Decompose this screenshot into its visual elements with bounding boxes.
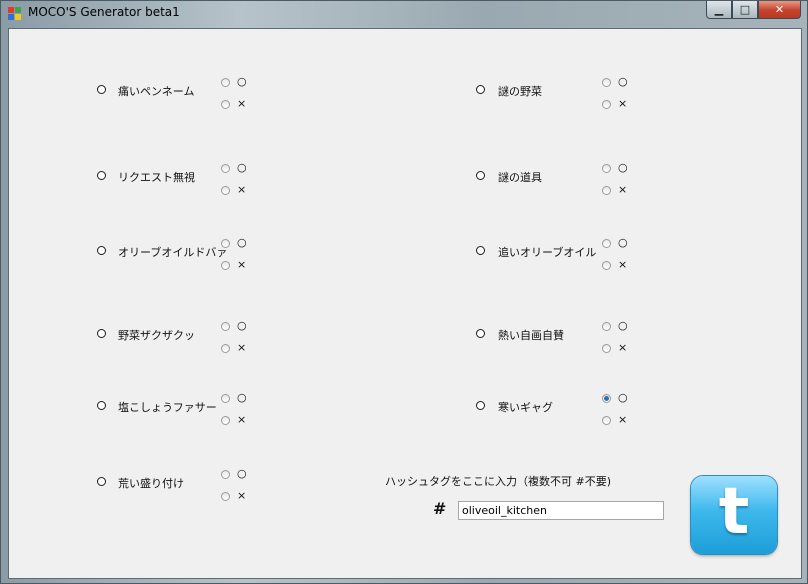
option-yes-symbol: ○ — [237, 161, 247, 174]
option-no-symbol: × — [237, 183, 247, 196]
close-icon: ✕ — [774, 3, 785, 16]
category-label: オリーブオイルドバァ — [118, 246, 228, 259]
category-label: 荒い盛り付け — [118, 477, 184, 490]
option-yes-symbol: ○ — [618, 236, 628, 249]
option-no-radio[interactable] — [221, 344, 230, 353]
category-radio[interactable] — [97, 477, 106, 486]
option-no-radio[interactable] — [221, 186, 230, 195]
option-yes-radio[interactable] — [602, 78, 611, 87]
category-label: 野菜ザクザクッ — [118, 329, 195, 342]
option-no-radio[interactable] — [221, 416, 230, 425]
category-label: 痛いペンネーム — [118, 85, 195, 98]
category-radio[interactable] — [97, 171, 106, 180]
option-yes-symbol: ○ — [237, 75, 247, 88]
option-yes-radio[interactable] — [221, 322, 230, 331]
option-yes-symbol: ○ — [237, 236, 247, 249]
category-label: 塩こしょうファサー — [118, 401, 217, 414]
hashtag-input[interactable] — [458, 501, 664, 520]
option-no-symbol: × — [618, 183, 628, 196]
option-yes-radio[interactable] — [602, 322, 611, 331]
option-yes-symbol: ○ — [618, 75, 628, 88]
option-no-symbol: × — [618, 341, 628, 354]
option-yes-radio[interactable] — [221, 164, 230, 173]
option-yes-symbol: ○ — [618, 161, 628, 174]
option-no-symbol: × — [618, 413, 628, 426]
hashtag-prompt: ハッシュタグをここに入力（複数不可 #不要) — [385, 475, 612, 488]
category-label: 謎の野菜 — [498, 85, 542, 98]
option-no-radio[interactable] — [602, 416, 611, 425]
option-yes-symbol: ○ — [237, 319, 247, 332]
option-yes-radio[interactable] — [221, 239, 230, 248]
category-radio[interactable] — [476, 329, 485, 338]
option-yes-symbol: ○ — [618, 319, 628, 332]
option-no-symbol: × — [618, 97, 628, 110]
category-radio[interactable] — [97, 246, 106, 255]
option-no-radio[interactable] — [221, 261, 230, 270]
twitter-post-button[interactable]: t — [691, 476, 777, 554]
close-button[interactable]: ✕ — [758, 1, 801, 19]
option-yes-radio[interactable] — [602, 394, 611, 403]
category-label: 謎の道具 — [498, 171, 542, 184]
category-label: 追いオリーブオイル — [498, 246, 597, 259]
category-radio[interactable] — [476, 171, 485, 180]
option-no-symbol: × — [237, 413, 247, 426]
minimize-button[interactable]: ▁ — [706, 1, 732, 19]
form-client-area: ハッシュタグをここに入力（複数不可 #不要) # t 痛いペンネーム ○ × リクエス… — [8, 28, 802, 579]
category-radio[interactable] — [476, 401, 485, 410]
option-no-radio[interactable] — [602, 100, 611, 109]
category-radio[interactable] — [97, 85, 106, 94]
option-yes-symbol: ○ — [618, 391, 628, 404]
category-radio[interactable] — [476, 85, 485, 94]
minimize-icon: ▁ — [714, 3, 724, 16]
category-label: 寒いギャグ — [498, 401, 553, 414]
category-label: リクエスト無視 — [118, 171, 195, 184]
window-title: MOCO'S Generator beta1 — [28, 5, 180, 19]
category-radio[interactable] — [476, 246, 485, 255]
option-no-radio[interactable] — [602, 261, 611, 270]
title-bar[interactable]: MOCO'S Generator beta1 ▁ □ ✕ — [1, 1, 807, 27]
option-yes-radio[interactable] — [602, 239, 611, 248]
option-no-symbol: × — [237, 489, 247, 502]
category-label: 熱い自画自賛 — [498, 329, 564, 342]
option-yes-radio[interactable] — [602, 164, 611, 173]
category-radio[interactable] — [97, 329, 106, 338]
maximize-button[interactable]: □ — [732, 1, 758, 19]
option-yes-symbol: ○ — [237, 391, 247, 404]
option-no-symbol: × — [237, 341, 247, 354]
option-no-radio[interactable] — [602, 344, 611, 353]
option-yes-radio[interactable] — [221, 78, 230, 87]
option-no-symbol: × — [237, 258, 247, 271]
option-no-radio[interactable] — [221, 100, 230, 109]
option-no-radio[interactable] — [602, 186, 611, 195]
option-no-symbol: × — [237, 97, 247, 110]
maximize-icon: □ — [739, 3, 751, 16]
app-window: MOCO'S Generator beta1 ▁ □ ✕ ハッシュタグをここに入… — [0, 0, 808, 584]
hash-sign: # — [433, 499, 447, 518]
option-yes-radio[interactable] — [221, 394, 230, 403]
option-no-symbol: × — [618, 258, 628, 271]
option-no-radio[interactable] — [221, 492, 230, 501]
twitter-icon: t — [718, 475, 750, 549]
option-yes-symbol: ○ — [237, 467, 247, 480]
app-icon — [8, 7, 22, 21]
option-yes-radio[interactable] — [221, 470, 230, 479]
category-radio[interactable] — [97, 401, 106, 410]
